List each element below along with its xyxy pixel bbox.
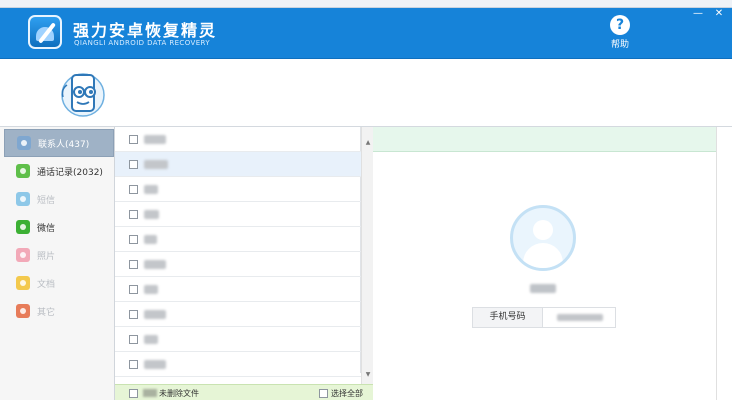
- sidebar-item-wechat[interactable]: 微信: [4, 213, 114, 241]
- sidebar-item-label: 微信: [37, 223, 56, 234]
- photo-icon: [16, 248, 30, 262]
- undeleted-files-label: 未删除文件: [159, 389, 199, 398]
- detail-header: [373, 127, 717, 152]
- app-logo-icon: [28, 15, 62, 49]
- sidebar-item-documents[interactable]: 文档: [4, 269, 114, 297]
- help-button[interactable]: ? 帮助: [606, 15, 634, 50]
- list-item[interactable]: [115, 227, 361, 252]
- other-icon: [16, 304, 30, 318]
- blurred-contact-name: [144, 285, 158, 294]
- blurred-contact-name: [530, 284, 556, 293]
- category-sidebar: 联系人(437) 通话记录(2032) 短信 微信 照片 文档 其它: [0, 127, 115, 400]
- select-all-checkbox[interactable]: [319, 389, 328, 398]
- blurred-phone-number: [557, 314, 603, 321]
- sidebar-item-label: 其它: [37, 307, 56, 318]
- sidebar-item-label: 短信: [37, 195, 56, 206]
- list-item[interactable]: [115, 252, 361, 277]
- app-header: 强力安卓恢复精灵 QIANGLI ANDROID DATA RECOVERY —…: [0, 8, 732, 59]
- list-footer: 未删除文件 选择全部: [115, 384, 373, 400]
- contact-list: [115, 127, 361, 377]
- sidebar-item-sms[interactable]: 短信: [4, 185, 114, 213]
- app-title: 强力安卓恢复精灵: [73, 21, 218, 40]
- minimize-button[interactable]: —: [690, 8, 706, 20]
- list-item[interactable]: [115, 327, 361, 352]
- blurred-contact-name: [144, 235, 157, 244]
- blurred-contact-name: [144, 335, 158, 344]
- sidebar-item-contacts[interactable]: 联系人(437): [4, 129, 114, 157]
- avatar: [510, 205, 576, 271]
- list-item[interactable]: [115, 352, 361, 377]
- close-button[interactable]: ✕: [711, 8, 727, 20]
- phone-number-label: 手机号码: [473, 308, 543, 327]
- sms-icon: [16, 192, 30, 206]
- sidebar-item-label: 通话记录(2032): [37, 167, 103, 178]
- sidebar-item-photos[interactable]: 照片: [4, 241, 114, 269]
- blurred-contact-name: [144, 360, 166, 369]
- row-checkbox[interactable]: [129, 260, 138, 269]
- contact-detail-panel: 手机号码: [373, 127, 732, 400]
- row-checkbox[interactable]: [129, 135, 138, 144]
- phone-call-icon: [16, 164, 30, 178]
- undeleted-files-checkbox[interactable]: [129, 389, 138, 398]
- row-checkbox[interactable]: [129, 210, 138, 219]
- blurred-contact-name: [144, 210, 159, 219]
- row-checkbox[interactable]: [129, 310, 138, 319]
- row-checkbox[interactable]: [129, 285, 138, 294]
- list-scrollbar[interactable]: ▲ ▼: [361, 127, 373, 400]
- list-item[interactable]: [115, 152, 361, 177]
- blurred-contact-name: [144, 260, 166, 269]
- blurred-contact-name: [144, 160, 168, 169]
- app-subtitle: QIANGLI ANDROID DATA RECOVERY: [74, 39, 211, 47]
- list-item[interactable]: [115, 177, 361, 202]
- list-item[interactable]: [115, 302, 361, 327]
- blurred-contact-name: [144, 310, 166, 319]
- right-scroll-region: [716, 127, 732, 400]
- sidebar-item-call-log[interactable]: 通话记录(2032): [4, 157, 114, 185]
- row-checkbox[interactable]: [129, 360, 138, 369]
- blurred-contact-name: [144, 135, 166, 144]
- row-checkbox[interactable]: [129, 185, 138, 194]
- sidebar-item-label: 文档: [37, 279, 56, 290]
- document-icon: [16, 276, 30, 290]
- list-item[interactable]: [115, 127, 361, 152]
- toolbar: [0, 59, 732, 127]
- contacts-icon: [17, 136, 31, 150]
- phone-mascot-icon: [61, 73, 105, 117]
- row-checkbox[interactable]: [129, 335, 138, 344]
- sidebar-item-label: 联系人(437): [38, 139, 90, 150]
- help-label: 帮助: [610, 40, 629, 50]
- phone-number-field: 手机号码: [472, 307, 616, 328]
- background-window-strip: [0, 0, 732, 8]
- sidebar-item-label: 照片: [37, 251, 56, 262]
- sidebar-item-other[interactable]: 其它: [4, 297, 114, 325]
- list-item[interactable]: [115, 277, 361, 302]
- select-all-label: 选择全部: [331, 389, 363, 398]
- wechat-icon: [16, 220, 30, 234]
- question-mark-icon: ?: [610, 15, 630, 35]
- row-checkbox[interactable]: [129, 160, 138, 169]
- list-item[interactable]: [115, 202, 361, 227]
- row-checkbox[interactable]: [129, 235, 138, 244]
- blurred-contact-name: [144, 185, 158, 194]
- blurred-count: [143, 389, 157, 397]
